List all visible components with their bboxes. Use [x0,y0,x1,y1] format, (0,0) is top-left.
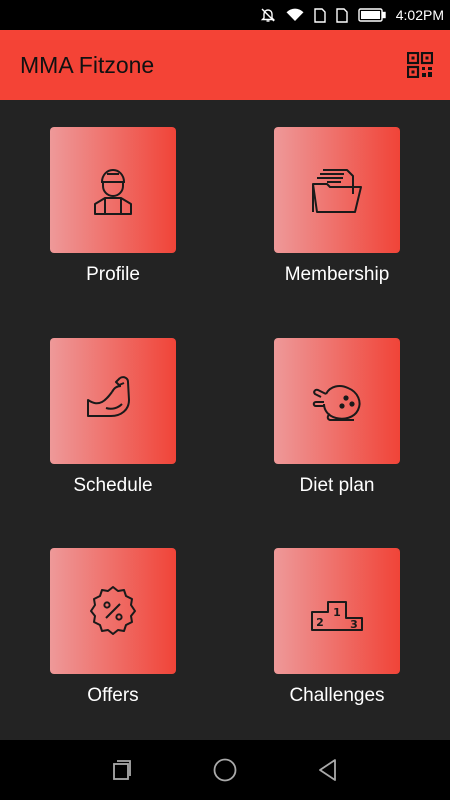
tile-diet-plan[interactable]: Diet plan [274,338,400,497]
clock: 4:02PM [395,7,444,23]
tile-profile-label: Profile [86,264,140,285]
sim-card-icon [314,7,326,23]
navigation-bar [0,740,450,800]
wifi-icon [286,8,304,22]
tile-membership[interactable]: Membership [274,127,400,286]
tile-challenges[interactable]: 1 2 3 Challenges [274,548,400,707]
roast-chicken-icon [312,385,361,421]
svg-text:2: 2 [316,616,324,629]
tile-schedule-label: Schedule [73,475,153,496]
tile-challenges-label: Challenges [289,685,385,706]
tile-challenges-button[interactable]: 1 2 3 [274,548,400,674]
qr-code-icon[interactable] [406,51,434,79]
flexed-arm-icon [87,376,130,417]
podium-icon: 1 2 3 [311,601,363,631]
battery-icon [358,8,386,22]
home-icon[interactable] [205,750,245,790]
tile-profile-button[interactable] [50,127,176,253]
svg-text:3: 3 [350,618,358,631]
tile-offers-button[interactable] [50,548,176,674]
notifications-off-icon [260,7,276,23]
app-bar: MMA Fitzone [0,30,450,100]
discount-badge-icon [90,586,136,635]
sim-card-icon [336,7,348,23]
tile-diet-plan-button[interactable] [274,338,400,464]
tile-membership-label: Membership [284,264,390,285]
back-icon[interactable] [308,750,348,790]
tile-offers-label: Offers [87,685,139,706]
tile-schedule-button[interactable] [50,338,176,464]
recent-apps-icon[interactable] [102,750,142,790]
svg-text:1: 1 [333,606,341,619]
menu-grid: Profile Membership Schedule Diet plan Of… [0,100,450,740]
tile-offers[interactable]: Offers [50,548,176,707]
tile-schedule[interactable]: Schedule [50,338,176,497]
tile-membership-button[interactable] [274,127,400,253]
app-title: MMA Fitzone [20,51,155,78]
user-icon [94,169,132,215]
tile-diet-plan-label: Diet plan [299,475,375,496]
tile-profile[interactable]: Profile [50,127,176,286]
folder-icon [312,169,362,213]
status-bar: 4:02PM [0,0,450,30]
